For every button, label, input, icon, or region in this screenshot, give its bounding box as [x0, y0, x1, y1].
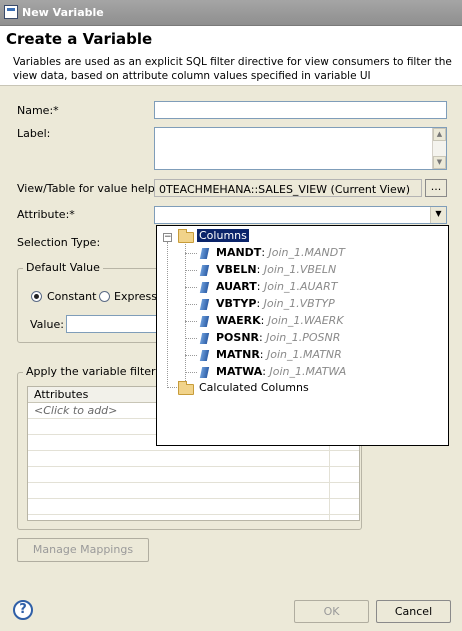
selection-type-label: Selection Type: [17, 236, 101, 249]
column-name: POSNR [216, 331, 260, 344]
header-description: Variables are used as an explicit SQL fi… [13, 56, 452, 82]
label-label: Label: [17, 127, 51, 140]
column-source: Join_1.MANDT [268, 246, 345, 259]
column-name: VBELN [216, 263, 257, 276]
column-name: MATNR [216, 348, 260, 361]
default-value-title: Default Value [23, 261, 103, 274]
value-input[interactable] [66, 315, 158, 333]
column-source: Join_1.AUART [263, 280, 338, 293]
column-source: Join_1.VBTYP [263, 297, 335, 310]
ok-button[interactable]: OK [294, 600, 369, 623]
scroll-down-icon[interactable]: ▼ [433, 156, 446, 169]
table-row[interactable] [28, 499, 359, 515]
folder-icon [178, 229, 194, 243]
label-scrollbar[interactable]: ▲ ▼ [432, 128, 446, 169]
table-row[interactable] [28, 451, 359, 467]
expression-radio[interactable] [99, 291, 110, 302]
app-icon [4, 5, 18, 19]
view-table-field: 0TEACHMEHANA::SALES_VIEW (Current View) [154, 179, 422, 197]
column-icon [199, 316, 210, 327]
value-label: Value: [30, 318, 64, 331]
tree-node-columns[interactable]: − Columns [157, 228, 447, 244]
view-table-label: View/Table for value help:* [17, 182, 164, 195]
name-label: Name:* [17, 104, 59, 117]
tree-item-column[interactable]: VBTYP: Join_1.VBTYP [157, 296, 447, 312]
tree-item-column[interactable]: AUART: Join_1.AUART [157, 279, 447, 295]
column-source: Join_1.POSNR [266, 331, 341, 344]
table-row[interactable] [28, 467, 359, 483]
column-source: Join_1.MATNR [267, 348, 342, 361]
tree-item-column[interactable]: WAERK: Join_1.WAERK [157, 313, 447, 329]
title-bar: New Variable [0, 0, 462, 26]
column-icon [199, 265, 210, 276]
attribute-label: Attribute:* [17, 208, 75, 221]
apply-filter-title: Apply the variable filter to [23, 365, 174, 378]
column-source: Join_1.WAERK [267, 314, 344, 327]
tree-item-column[interactable]: MATWA: Join_1.MATWA [157, 364, 447, 380]
column-icon [199, 350, 210, 361]
column-icon [199, 282, 210, 293]
manage-mappings-button[interactable]: Manage Mappings [17, 538, 149, 562]
cancel-button[interactable]: Cancel [376, 600, 451, 623]
calculated-columns-label: Calculated Columns [199, 381, 309, 394]
tree-item-column[interactable]: VBELN: Join_1.VBELN [157, 262, 447, 278]
window-title: New Variable [22, 6, 104, 19]
attribute-combo[interactable]: ▼ [154, 206, 447, 224]
folder-icon [178, 381, 194, 395]
column-icon [199, 333, 210, 344]
dialog-header: Create a Variable Variables are used as … [0, 26, 462, 86]
column-name: VBTYP [216, 297, 257, 310]
table-row[interactable] [28, 483, 359, 499]
column-source: Join_1.VBELN [263, 263, 337, 276]
label-textarea[interactable]: ▲ ▼ [154, 127, 447, 170]
column-name: MATWA [216, 365, 263, 378]
tree-item-column[interactable]: MANDT: Join_1.MANDT [157, 245, 447, 261]
browse-button[interactable]: ... [425, 179, 447, 197]
constant-label[interactable]: Constant [47, 290, 96, 303]
attribute-tree-popup[interactable]: − Columns MANDT: Join_1.MANDT VBELN: Joi… [156, 225, 449, 446]
column-name: WAERK [216, 314, 261, 327]
tree-node-calculated-columns[interactable]: Calculated Columns [157, 380, 447, 396]
column-icon [199, 299, 210, 310]
columns-folder-label: Columns [197, 229, 249, 242]
constant-radio[interactable] [31, 291, 42, 302]
tree-item-column[interactable]: POSNR: Join_1.POSNR [157, 330, 447, 346]
tree-item-column[interactable]: MATNR: Join_1.MATNR [157, 347, 447, 363]
expression-label[interactable]: Express [114, 290, 157, 303]
help-icon[interactable]: ? [13, 600, 33, 620]
name-input[interactable] [154, 101, 447, 119]
column-icon [199, 248, 210, 259]
column-name: MANDT [216, 246, 262, 259]
column-name: AUART [216, 280, 257, 293]
column-source: Join_1.MATWA [269, 365, 347, 378]
scroll-up-icon[interactable]: ▲ [433, 128, 446, 141]
dropdown-arrow-icon[interactable]: ▼ [430, 207, 446, 223]
collapse-icon[interactable]: − [163, 233, 172, 242]
page-title: Create a Variable [6, 30, 153, 48]
column-icon [199, 367, 210, 378]
